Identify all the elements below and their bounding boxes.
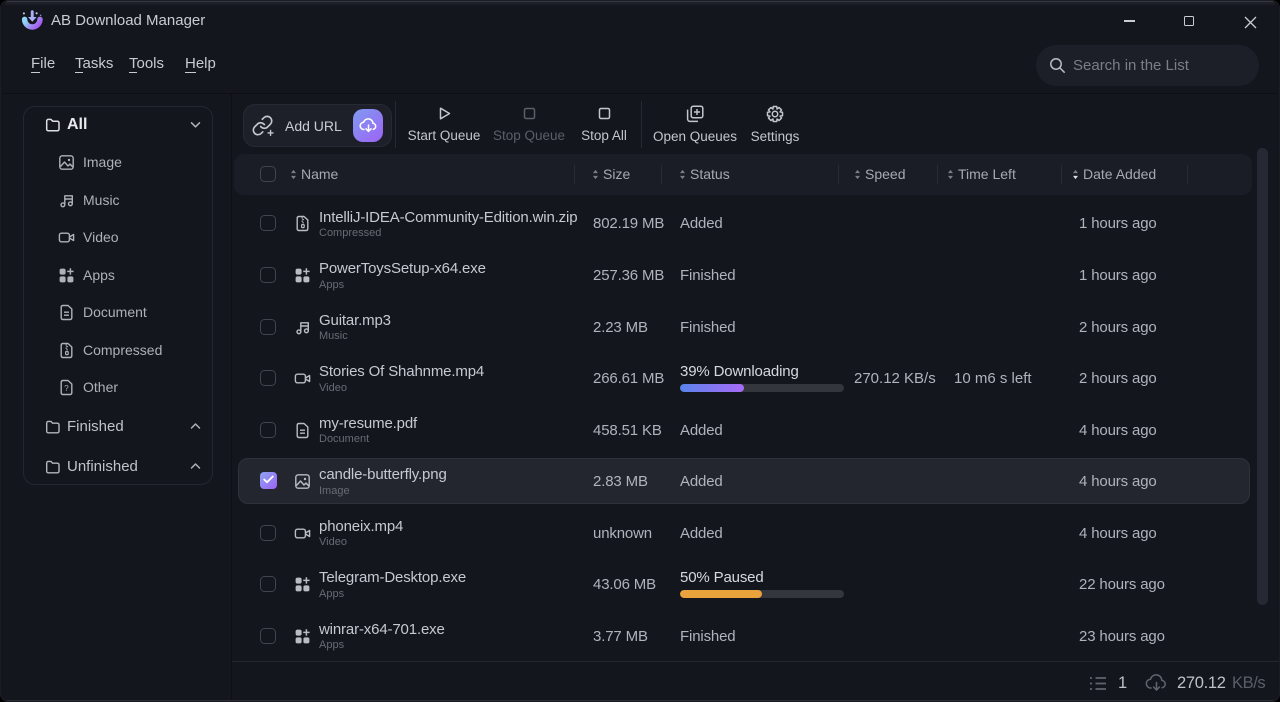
- svg-text:?: ?: [64, 384, 69, 393]
